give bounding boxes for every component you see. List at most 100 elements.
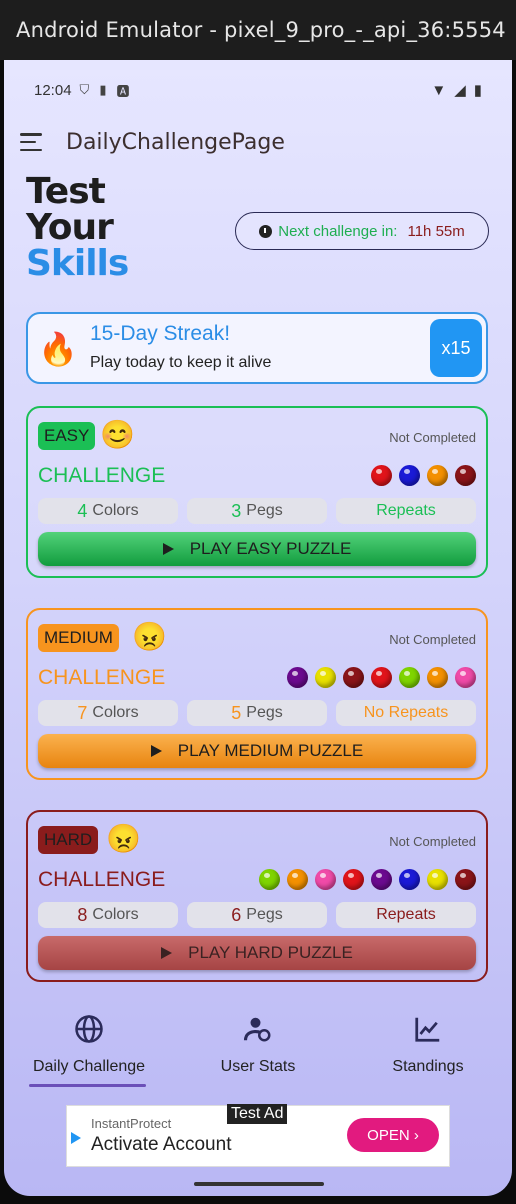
repeats-chip: Repeats [336,902,476,928]
smile-face-icon: 😊 [100,419,135,450]
play-medium-button[interactable]: PLAY MEDIUM PUZZLE [38,734,476,768]
pegs-count: 5 [231,702,242,723]
color-peg [427,667,448,688]
challenge-card-hard: HARD 😠 Not Completed CHALLENGE 8 Colors 6… [26,810,488,982]
next-challenge-timer: Next challenge in: 11h 55m [235,212,489,250]
window-title-bar: Android Emulator - pixel_9_pro_-_api_36:… [0,0,516,60]
colors-label: Colors [92,502,139,519]
repeats-chip: Repeats [336,498,476,524]
active-tab-indicator [29,1084,146,1087]
battery-icon: ▮ [473,82,482,99]
color-peg [287,869,308,890]
pegs-chip: 6 Pegs [187,902,327,928]
challenge-title: CHALLENGE [38,464,166,487]
angry-face-icon: 😠 [106,823,141,854]
nav-daily-challenge[interactable]: Daily Challenge [4,1002,174,1082]
peg-colors [259,869,476,890]
completion-status: Not Completed [389,632,476,647]
ad-open-label: OPEN [367,1126,410,1144]
pegs-chip: 5 Pegs [187,700,327,726]
sd-card-icon: ▮ [99,82,107,97]
peg-colors [371,465,476,486]
color-peg [399,667,420,688]
colors-chip: 8 Colors [38,902,178,928]
ad-banner[interactable]: InstantProtect Activate Account Test Ad … [66,1104,450,1167]
color-peg [455,869,476,890]
page-title: DailyChallengePage [66,129,285,155]
completion-status: Not Completed [389,430,476,445]
hero-title: Test Your Skills [26,171,129,282]
challenge-card-medium: MEDIUM 😠 Not Completed CHALLENGE 7 Colors… [26,608,488,780]
streak-title: 15-Day Streak! [90,322,231,345]
angry-face-icon: 😠 [132,621,167,652]
challenge-info: 4 Colors 3 Pegs Repeats [38,498,476,524]
phone-screen: 12:04 ⛉ ▮ 🅰 ▼ ◢ ▮ DailyChallengePage Tes… [4,60,512,1196]
gesture-handle[interactable] [194,1182,324,1186]
challenge-card-easy: EASY 😊 Not Completed CHALLENGE 4 Colors 3… [26,406,488,578]
difficulty-badge: HARD [38,826,99,854]
color-peg [371,465,392,486]
pegs-chip: 3 Pegs [187,498,327,524]
ad-open-button[interactable]: OPEN › [347,1118,439,1152]
user-stats-icon [173,1010,343,1044]
repeats-chip: No Repeats [336,700,476,726]
challenge-info: 8 Colors 6 Pegs Repeats [38,902,476,928]
play-label: PLAY MEDIUM PUZZLE [177,741,364,760]
color-peg [343,667,364,688]
peg-colors [287,667,476,688]
color-peg [315,869,336,890]
hero-line-1: Test [26,171,106,212]
color-peg [371,869,392,890]
play-icon [161,947,173,959]
stopwatch-icon [259,224,273,238]
colors-chip: 7 Colors [38,700,178,726]
colors-label: Colors [92,906,139,923]
menu-icon[interactable] [20,133,42,151]
difficulty-badge: EASY [38,422,96,450]
completion-status: Not Completed [389,834,476,849]
timer-value: 11h 55m [407,222,465,240]
play-easy-button[interactable]: PLAY EASY PUZZLE [38,532,476,566]
signal-icon: ◢ [454,82,466,99]
ad-brand: InstantProtect [91,1116,172,1131]
challenge-title: CHALLENGE [38,868,166,891]
colors-label: Colors [92,704,139,721]
color-peg [399,869,420,890]
play-label: PLAY EASY PUZZLE [189,539,352,558]
test-ad-tag: Test Ad [227,1104,288,1124]
status-time: 12:04 [34,81,72,99]
ad-choices-icon[interactable] [71,1132,81,1144]
nav-standings[interactable]: Standings [343,1002,512,1082]
challenge-info: 7 Colors 5 Pegs No Repeats [38,700,476,726]
colors-count: 4 [77,500,88,521]
play-icon [150,745,162,757]
status-right: ▼ ◢ ▮ [431,81,482,100]
play-hard-button[interactable]: PLAY HARD PUZZLE [38,936,476,970]
color-peg [455,465,476,486]
nav-label: Standings [392,1058,464,1075]
app-bar: DailyChallengePage [18,126,498,158]
colors-count: 7 [77,702,88,723]
color-peg [343,869,364,890]
challenge-title: CHALLENGE [38,666,166,689]
color-peg [315,667,336,688]
timer-label: Next challenge in: [278,222,398,240]
nav-label: Daily Challenge [32,1058,146,1075]
difficulty-badge: MEDIUM [38,624,119,652]
pegs-label: Pegs [246,704,283,721]
globe-icon [4,1010,174,1044]
window-title: Android Emulator - pixel_9_pro_-_api_36:… [16,18,506,42]
status-bar: 12:04 ⛉ ▮ 🅰 ▼ ◢ ▮ [34,80,482,100]
nav-user-stats[interactable]: User Stats [173,1002,343,1082]
color-peg [399,465,420,486]
color-peg [287,667,308,688]
streak-card: 🔥 15-Day Streak! Play today to keep it a… [26,312,488,384]
color-peg [455,667,476,688]
play-label: PLAY HARD PUZZLE [188,943,353,962]
bottom-navigation: Daily Challenge User Stats Standings [4,1002,512,1092]
pegs-label: Pegs [246,906,283,923]
hero-line-2: Your [26,207,114,248]
play-icon [162,543,174,555]
pegs-label: Pegs [246,502,283,519]
ad-headline: Activate Account [91,1134,232,1155]
